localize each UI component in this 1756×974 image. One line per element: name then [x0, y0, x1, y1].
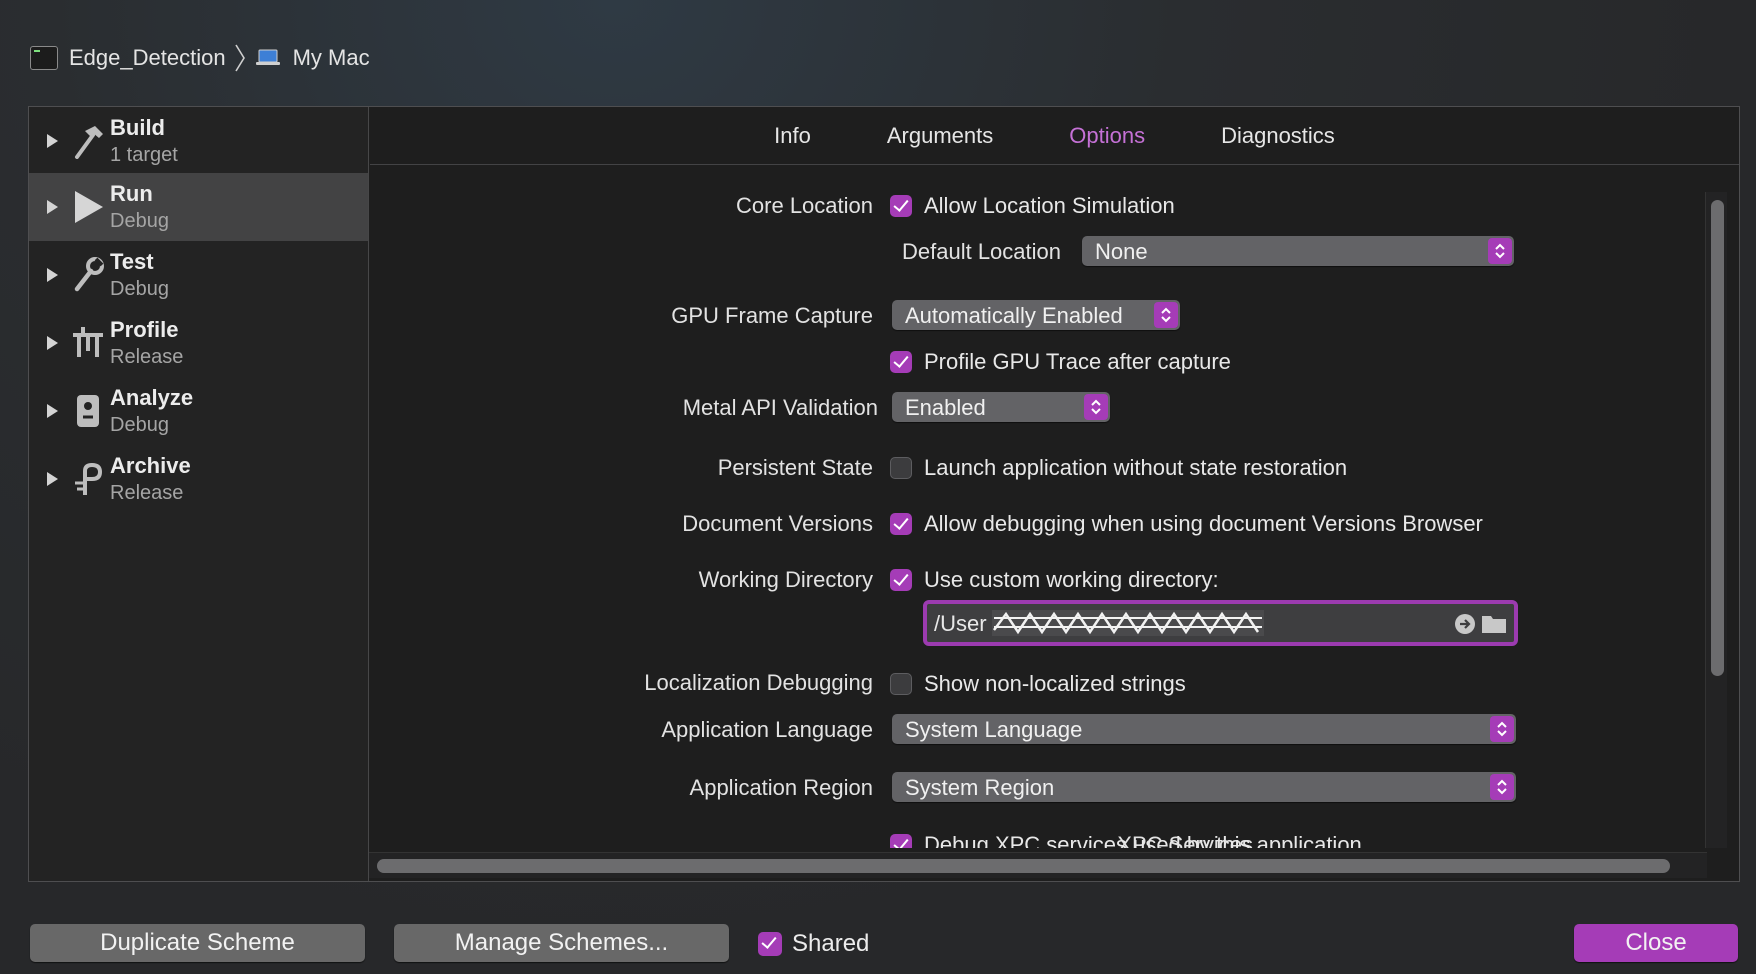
shared-label: Shared — [792, 930, 870, 957]
custom-working-directory-text: Use custom working directory: — [924, 567, 1219, 592]
sidebar-item-analyze[interactable]: Analyze Debug — [29, 377, 368, 445]
application-language-popup[interactable]: System Language — [892, 714, 1516, 744]
reveal-arrow-icon[interactable] — [1454, 613, 1476, 635]
sidebar-item-test[interactable]: Test Debug — [29, 241, 368, 309]
tab-info[interactable]: Info — [774, 123, 811, 149]
action-name: Run — [110, 181, 153, 206]
persistent-state-label: Persistent State — [717, 455, 873, 480]
wrench-icon — [71, 255, 105, 295]
action-config: Release — [110, 482, 184, 504]
sidebar-item-run[interactable]: Run Debug — [29, 173, 368, 241]
popup-stepper-icon — [1490, 774, 1514, 800]
allow-location-simulation-text: Allow Location Simulation — [924, 193, 1175, 218]
sidebar-item-build[interactable]: Build 1 target — [29, 107, 368, 175]
custom-working-directory-checkbox[interactable] — [890, 569, 912, 591]
sidebar-item-profile[interactable]: Profile Release — [29, 309, 368, 377]
launch-without-state-restoration-checkbox[interactable] — [890, 457, 912, 479]
popup-value: Enabled — [905, 395, 986, 420]
popup-stepper-icon — [1488, 238, 1512, 264]
application-region-label: Application Region — [689, 775, 873, 800]
working-directory-path-field[interactable]: /User — [923, 600, 1518, 646]
tab-options[interactable]: Options — [1069, 123, 1145, 149]
launch-without-state-restoration-text: Launch application without state restora… — [924, 455, 1348, 480]
popup-value: System Language — [905, 717, 1083, 742]
show-non-localized-strings-checkbox[interactable] — [890, 673, 912, 695]
options-content: Info Arguments Options Diagnostics — [370, 107, 1739, 881]
tab-arguments[interactable]: Arguments — [887, 123, 993, 149]
shared-checkbox[interactable] — [758, 932, 782, 956]
document-versions-label: Document Versions — [682, 511, 873, 536]
archive-icon — [71, 459, 105, 499]
popup-stepper-icon — [1084, 394, 1108, 420]
debug-xpc-services-text: Debug XPC services used by this applicat… — [924, 832, 1362, 848]
debug-xpc-services-checkbox[interactable] — [890, 834, 912, 848]
disclosure-triangle-icon[interactable] — [47, 268, 58, 282]
disclosure-triangle-icon[interactable] — [47, 404, 58, 418]
xpc-row-clip: XPC Services Debug XPC services used by … — [370, 820, 1704, 848]
scheme-name[interactable]: Edge_Detection — [69, 45, 226, 71]
action-config: Debug — [110, 210, 169, 232]
instruments-icon — [71, 323, 105, 363]
action-config: Debug — [110, 414, 169, 436]
action-name: Analyze — [110, 385, 194, 410]
working-directory-label: Working Directory — [698, 567, 873, 592]
scheme-editor-panel: Build 1 target Run Debug Test Debug Prof… — [28, 106, 1740, 882]
allow-document-versions-text: Allow debugging when using document Vers… — [924, 511, 1483, 536]
gpu-frame-capture-label: GPU Frame Capture — [671, 303, 873, 328]
localization-debugging-label: Localization Debugging — [644, 670, 873, 695]
action-name: Profile — [110, 317, 179, 342]
action-config: Debug — [110, 278, 169, 300]
duplicate-scheme-button[interactable]: Duplicate Scheme — [30, 924, 365, 962]
path-text[interactable]: /User — [934, 611, 987, 637]
action-name: Archive — [110, 453, 191, 478]
action-config: 1 target — [110, 144, 178, 166]
application-language-label: Application Language — [661, 717, 873, 742]
folder-icon[interactable] — [1481, 612, 1507, 634]
redaction-scribble — [992, 610, 1264, 636]
tab-diagnostics[interactable]: Diagnostics — [1221, 123, 1335, 149]
popup-stepper-icon — [1490, 716, 1514, 742]
disclosure-triangle-icon[interactable] — [47, 134, 58, 148]
allow-document-versions-checkbox[interactable] — [890, 513, 912, 535]
terminal-app-icon — [30, 46, 58, 70]
metal-api-validation-label: Metal API Validation — [682, 395, 878, 420]
action-name: Test — [110, 249, 154, 274]
default-location-label: Default Location — [902, 239, 1061, 264]
show-non-localized-strings-text: Show non-localized strings — [924, 671, 1186, 696]
application-region-popup[interactable]: System Region — [892, 772, 1516, 802]
gpu-frame-capture-popup[interactable]: Automatically Enabled — [892, 300, 1180, 330]
disclosure-triangle-icon[interactable] — [47, 336, 58, 350]
popup-value: None — [1095, 239, 1148, 264]
default-location-popup[interactable]: None — [1082, 236, 1514, 266]
vertical-scroll-thumb[interactable] — [1711, 200, 1724, 676]
popup-stepper-icon — [1154, 302, 1178, 328]
allow-location-simulation-checkbox[interactable] — [890, 195, 912, 217]
metal-api-validation-popup[interactable]: Enabled — [892, 392, 1110, 422]
laptop-icon — [255, 49, 280, 65]
breadcrumb[interactable]: Edge_Detection My Mac — [30, 42, 370, 74]
profile-gpu-trace-checkbox[interactable] — [890, 351, 912, 373]
close-button[interactable]: Close — [1574, 924, 1738, 962]
hammer-icon — [71, 121, 105, 161]
popup-value: Automatically Enabled — [905, 303, 1123, 328]
disclosure-triangle-icon[interactable] — [47, 472, 58, 486]
core-location-label: Core Location — [736, 193, 873, 218]
disclosure-triangle-icon[interactable] — [47, 200, 58, 214]
popup-value: System Region — [905, 775, 1055, 800]
horizontal-scroll-thumb[interactable] — [377, 859, 1670, 873]
action-config: Release — [110, 346, 184, 368]
run-destination[interactable]: My Mac — [293, 45, 370, 71]
manage-schemes-button[interactable]: Manage Schemes... — [394, 924, 729, 962]
chevron-right-icon — [234, 44, 245, 72]
horizontal-scrollbar[interactable] — [369, 852, 1707, 878]
profile-gpu-trace-text: Profile GPU Trace after capture — [924, 349, 1231, 374]
scheme-actions-sidebar: Build 1 target Run Debug Test Debug Prof… — [29, 107, 369, 881]
play-icon — [71, 187, 105, 227]
vertical-scrollbar[interactable] — [1705, 192, 1727, 848]
analyze-icon — [71, 391, 105, 431]
action-name: Build — [110, 115, 165, 140]
sidebar-item-archive[interactable]: Archive Release — [29, 445, 368, 513]
tab-bar: Info Arguments Options Diagnostics — [370, 107, 1739, 165]
